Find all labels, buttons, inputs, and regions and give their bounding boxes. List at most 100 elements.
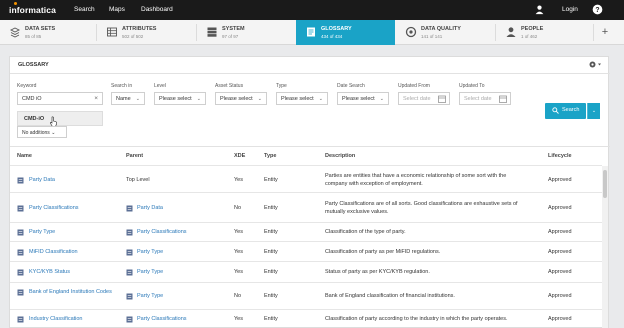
informatica-logo[interactable]: informatica — [9, 2, 56, 15]
glossary-icon — [307, 27, 315, 37]
keyword-suggestion[interactable]: CMD-iO — [17, 111, 103, 126]
term-parent-link[interactable]: Party Type — [137, 269, 163, 275]
table-row[interactable]: Party Type Party Classifications Yes Ent… — [10, 222, 602, 241]
table-row[interactable]: Party Data Top Level Yes Entity Parties … — [10, 165, 602, 192]
search-in-value: Name — [116, 96, 131, 102]
tab-label: PEOPLE — [521, 26, 544, 32]
term-parent-link[interactable]: Party Classifications — [137, 229, 187, 235]
table-row[interactable]: Bank of England Institution Codes Party … — [10, 282, 602, 309]
tab-label: ATTRIBUTES — [122, 26, 157, 32]
term-parent-link[interactable]: Party Data — [137, 205, 163, 211]
term-lifecycle: Approved — [548, 293, 572, 299]
glossary-term-icon — [17, 249, 24, 256]
term-name-link[interactable]: Bank of England Institution Codes — [29, 288, 124, 296]
additions-select[interactable]: No additions ⌄ — [17, 126, 67, 138]
term-parent-link[interactable]: Party Type — [137, 249, 163, 255]
column-header-description[interactable]: Description — [325, 153, 355, 159]
table-row[interactable]: Industry Classification Party Classifica… — [10, 309, 602, 328]
glossary-term-icon — [17, 177, 24, 184]
top-bar: informatica Search Maps Dashboard Login … — [0, 0, 624, 20]
nav-search[interactable]: Search — [74, 6, 95, 13]
column-header-name[interactable]: Name — [17, 153, 32, 159]
tab-data-sets[interactable]: DATA SETS 85 of 85 — [0, 20, 96, 45]
term-name-link[interactable]: MiFID Classification — [29, 249, 78, 255]
scrollbar-thumb[interactable] — [603, 170, 607, 198]
term-description: Bank of England classification of financ… — [325, 293, 455, 299]
search-icon — [552, 107, 559, 114]
tab-system[interactable]: SYSTEM 97 of 97 — [197, 20, 296, 45]
add-tab-button[interactable]: + — [599, 25, 611, 39]
term-name-link[interactable]: Party Classifications — [29, 205, 79, 211]
table-row[interactable]: KYC/KYB Status Party Type Yes Entity Sta… — [10, 261, 602, 282]
additions-value: No additions — [22, 130, 50, 136]
chevron-down-icon: ⌄ — [257, 96, 262, 102]
term-xde: No — [234, 293, 242, 299]
level-select[interactable]: Please select ⌄ — [154, 92, 206, 105]
nav-dashboard[interactable]: Dashboard — [141, 6, 173, 13]
search-options-button[interactable]: ⌄ — [587, 103, 600, 119]
term-parent-link[interactable]: Party Type — [137, 293, 163, 299]
updated-from-input[interactable]: Select date — [398, 92, 450, 105]
calendar-icon[interactable] — [438, 95, 446, 103]
term-name-link[interactable]: Industry Classification — [29, 316, 83, 322]
user-icon[interactable] — [534, 4, 545, 15]
column-header-lifecycle[interactable]: Lifecycle — [548, 153, 572, 159]
term-type: Entity — [264, 205, 278, 211]
term-xde: Yes — [234, 229, 243, 235]
chevron-down-icon: ⌄ — [51, 130, 56, 136]
column-header-parent[interactable]: Parent — [126, 153, 143, 159]
search-in-label: Search in — [111, 83, 133, 89]
keyword-input[interactable]: CMD iO × — [17, 92, 103, 105]
term-lifecycle: Approved — [548, 269, 572, 275]
search-in-select[interactable]: Name ⌄ — [111, 92, 145, 105]
updated-to-input[interactable]: Select date — [459, 92, 511, 105]
tab-data-quality[interactable]: DATA QUALITY 141 of 141 — [396, 20, 495, 45]
data-sets-icon — [9, 27, 21, 38]
type-value: Please select — [281, 96, 314, 102]
glossary-term-icon — [126, 269, 133, 276]
chevron-down-icon: ⌄ — [135, 96, 140, 102]
tab-count: 85 of 85 — [25, 34, 42, 39]
tab-attributes[interactable]: ATTRIBUTES 502 of 502 — [97, 20, 196, 45]
term-lifecycle: Approved — [548, 177, 572, 183]
type-label: Type — [276, 83, 287, 89]
logo-dot — [14, 2, 17, 5]
tab-count: 1 of 462 — [521, 34, 538, 39]
term-parent-link[interactable]: Party Classifications — [137, 316, 187, 322]
term-description: Classification of party according to the… — [325, 316, 508, 322]
term-type: Entity — [264, 177, 278, 183]
term-name-link[interactable]: KYC/KYB Status — [29, 269, 70, 275]
updated-to-placeholder: Select date — [464, 96, 492, 102]
tab-divider — [593, 24, 594, 41]
table-row[interactable]: Party Classifications Party Data No Enti… — [10, 192, 602, 222]
asset-tab-bar: DATA SETS 85 of 85 ATTRIBUTES 502 of 502… — [0, 20, 624, 45]
calendar-icon[interactable] — [499, 95, 507, 103]
chevron-down-icon: ⌄ — [379, 96, 384, 102]
search-button[interactable]: Search — [545, 103, 586, 119]
date-search-select[interactable]: Please select ⌄ — [337, 92, 389, 105]
term-parent: Top Level — [126, 177, 150, 183]
nav-login[interactable]: Login — [562, 6, 578, 13]
term-type: Entity — [264, 316, 278, 322]
term-type: Entity — [264, 269, 278, 275]
clear-icon[interactable]: × — [94, 95, 98, 102]
updated-to-label: Updated To — [459, 83, 485, 89]
column-header-type[interactable]: Type — [264, 153, 276, 159]
type-select[interactable]: Please select ⌄ — [276, 92, 328, 105]
term-name-link[interactable]: Party Data — [29, 177, 55, 183]
term-xde: Yes — [234, 177, 243, 183]
glossary-term-icon — [126, 293, 133, 300]
table-row[interactable]: MiFID Classification Party Type Yes Enti… — [10, 241, 602, 261]
data-quality-icon — [405, 26, 417, 38]
help-icon[interactable]: ? — [592, 4, 603, 15]
chevron-down-icon: ⌄ — [318, 96, 323, 102]
keyword-value: CMD iO — [22, 96, 42, 102]
gear-icon[interactable] — [588, 60, 602, 69]
term-name-link[interactable]: Party Type — [29, 229, 55, 235]
tab-glossary[interactable]: GLOSSARY 434 of 434 — [296, 20, 395, 45]
column-header-xde[interactable]: XDE — [234, 153, 245, 159]
tab-people[interactable]: PEOPLE 1 of 462 — [496, 20, 593, 45]
nav-maps[interactable]: Maps — [109, 6, 125, 13]
asset-status-select[interactable]: Please select ⌄ — [215, 92, 267, 105]
glossary-term-icon — [126, 229, 133, 236]
